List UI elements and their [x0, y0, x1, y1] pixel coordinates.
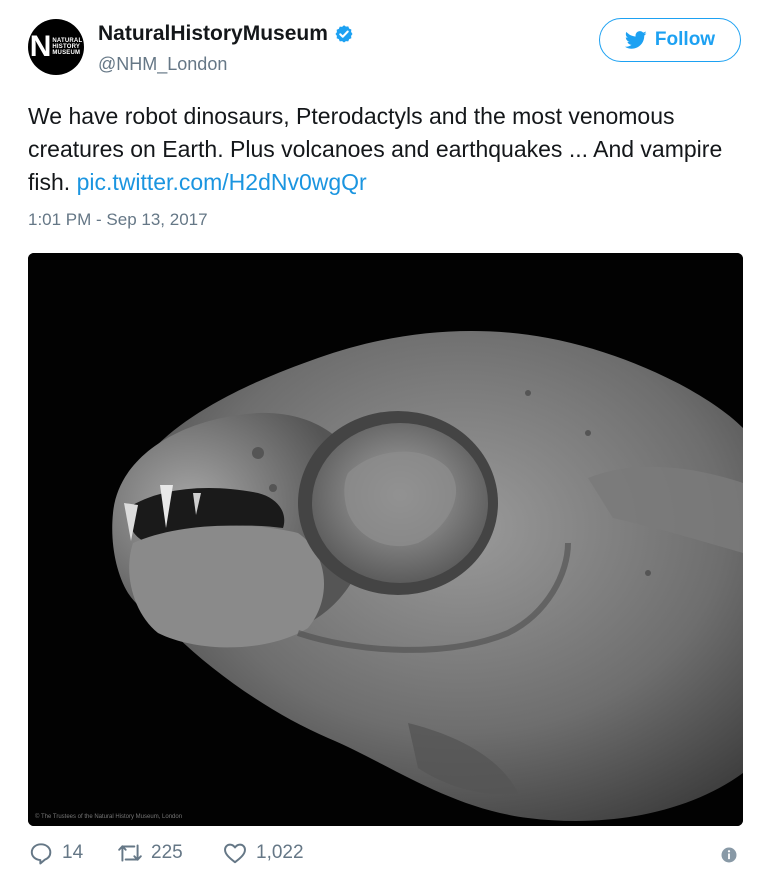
account-name-row: NaturalHistoryMuseum — [98, 22, 354, 46]
reply-icon — [30, 843, 52, 865]
account-handle[interactable]: @NHM_London — [98, 54, 227, 75]
verified-badge-icon — [335, 25, 353, 43]
retweet-count: 225 — [151, 842, 183, 863]
follow-button[interactable]: Follow — [599, 18, 741, 62]
tweet-media-image[interactable]: © The Trustees of the Natural History Mu… — [28, 253, 743, 826]
reply-count: 14 — [62, 842, 84, 863]
avatar-line-3: MUSEUM — [52, 50, 81, 56]
avatar-logo-text: NATURAL HISTORY MUSEUM — [52, 38, 82, 56]
follow-button-label: Follow — [654, 29, 716, 50]
twitter-bird-icon — [624, 31, 647, 49]
retweet-button[interactable]: 225 — [117, 840, 183, 866]
info-icon[interactable] — [720, 846, 738, 864]
tweet-timestamp[interactable]: 1:01 PM - Sep 13, 2017 — [28, 210, 208, 230]
heart-icon — [224, 843, 246, 864]
display-name[interactable]: NaturalHistoryMuseum — [98, 22, 328, 46]
tweet-text: We have robot dinosaurs, Pterodactyls an… — [28, 100, 743, 199]
tweet-actions: 14 225 1,022 — [28, 840, 743, 870]
tweet-media-link[interactable]: pic.twitter.com/H2dNv0wgQr — [77, 169, 367, 195]
like-button[interactable]: 1,022 — [222, 840, 304, 866]
avatar[interactable]: N NATURAL HISTORY MUSEUM — [28, 19, 84, 75]
retweet-icon — [118, 844, 142, 862]
reply-button[interactable]: 14 — [28, 840, 83, 866]
fish-sem-image — [28, 253, 743, 826]
image-credit: © The Trustees of the Natural History Mu… — [35, 814, 183, 820]
avatar-logo-letter: N — [29, 30, 52, 63]
like-count: 1,022 — [256, 842, 304, 863]
